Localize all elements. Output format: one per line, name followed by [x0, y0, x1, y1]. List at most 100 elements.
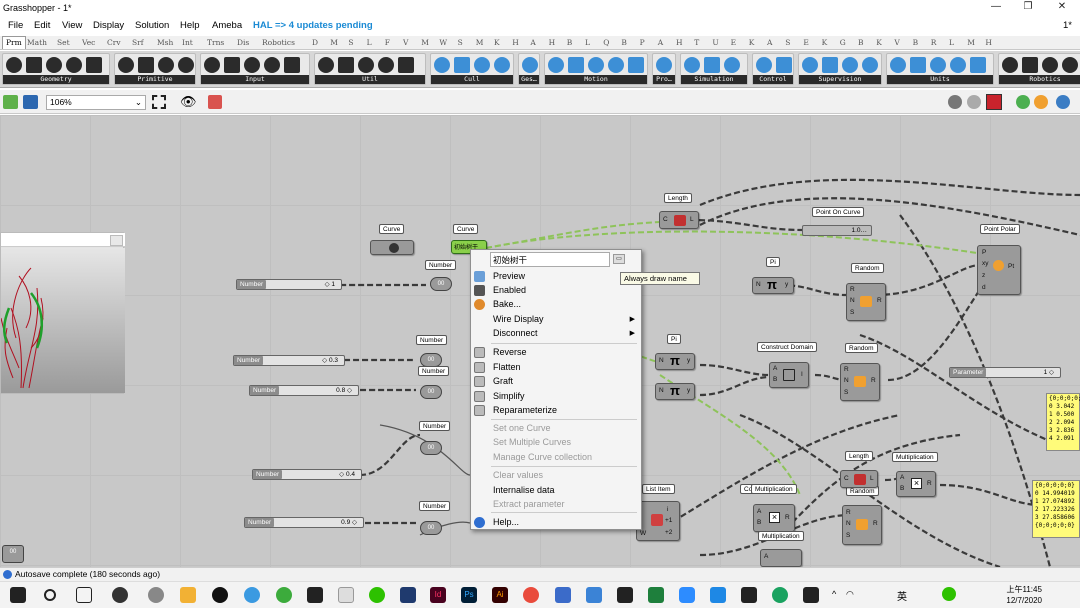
parameter-slider[interactable]: Parameter 1 ◇: [949, 367, 1061, 378]
display-mode-icon[interactable]: [1056, 95, 1070, 109]
close-button[interactable]: ✕: [1052, 1, 1072, 15]
rhino-icon[interactable]: [741, 587, 757, 603]
component-icon[interactable]: [608, 57, 624, 73]
menu-display[interactable]: Display: [93, 20, 124, 31]
menu-item-preview[interactable]: Preview: [493, 269, 525, 283]
number-slider[interactable]: Number ◇ 0.4: [252, 469, 362, 480]
component-icon[interactable]: [338, 57, 354, 73]
component-icon[interactable]: [704, 57, 720, 73]
menu-item-reparameterize[interactable]: Reparameterize: [493, 403, 557, 417]
sketch-icon[interactable]: [208, 95, 222, 109]
task-view-icon[interactable]: [76, 587, 92, 603]
component-icon[interactable]: [454, 57, 470, 73]
component-icon[interactable]: [244, 57, 260, 73]
component-icon[interactable]: [1062, 57, 1078, 73]
number-slider[interactable]: Number ◇ 0.3: [233, 355, 345, 366]
menu-item-graft[interactable]: Graft: [493, 374, 513, 388]
length-component[interactable]: C L: [659, 211, 699, 229]
display-name-toggle-icon[interactable]: ▭: [613, 254, 625, 264]
multiplication-component[interactable]: A B × R: [753, 504, 795, 532]
component-icon[interactable]: [26, 57, 42, 73]
tab-p[interactable]: P: [640, 38, 645, 47]
tab-b[interactable]: B: [858, 38, 864, 47]
pi-component[interactable]: N π y: [655, 353, 695, 370]
tab-s[interactable]: S: [458, 38, 463, 47]
grasshopper-icon[interactable]: [803, 587, 819, 603]
app-icon[interactable]: [338, 587, 354, 603]
number-slider[interactable]: Number 0.9 ◇: [244, 517, 364, 528]
component-icon[interactable]: [568, 57, 584, 73]
menu-ameba[interactable]: Ameba: [212, 20, 242, 31]
rhino-icon[interactable]: [307, 587, 323, 603]
tab-a[interactable]: A: [767, 38, 772, 47]
ime-indicator[interactable]: 英: [897, 588, 907, 603]
tab-b[interactable]: B: [913, 38, 919, 47]
component-icon[interactable]: [178, 57, 194, 73]
tab-b[interactable]: B: [567, 38, 573, 47]
output-panel[interactable]: {0;0;0;0;0} 0 3.042 1 0.500 2 2.094 3 2.…: [1046, 393, 1080, 451]
tab-k[interactable]: K: [494, 38, 500, 47]
tab-l[interactable]: L: [949, 38, 954, 47]
menu-item-enabled[interactable]: Enabled: [493, 283, 526, 297]
component-icon[interactable]: [930, 57, 946, 73]
component-icon[interactable]: [802, 57, 818, 73]
component-icon[interactable]: [264, 57, 280, 73]
construct-domain-component[interactable]: A B I: [769, 362, 809, 388]
menu-item-reverse[interactable]: Reverse: [493, 345, 527, 359]
component-icon[interactable]: [86, 57, 102, 73]
custom-preview-icon[interactable]: [1034, 95, 1048, 109]
indesign-icon[interactable]: Id: [430, 587, 446, 603]
tab-srf[interactable]: Srf: [132, 38, 144, 47]
number-param[interactable]: 00: [420, 353, 442, 367]
component-icon[interactable]: [684, 57, 700, 73]
maximize-button[interactable]: ❐: [1018, 1, 1038, 15]
component-icon[interactable]: [284, 57, 300, 73]
menu-view[interactable]: View: [62, 20, 82, 31]
component-icon[interactable]: [224, 57, 240, 73]
tab-trns[interactable]: Trns: [207, 38, 224, 47]
component-icon[interactable]: [398, 57, 414, 73]
component-icon[interactable]: [842, 57, 858, 73]
component-icon[interactable]: [1002, 57, 1018, 73]
chevron-up-icon[interactable]: ^: [832, 589, 836, 599]
tab-m[interactable]: M: [967, 38, 975, 47]
component-icon[interactable]: [756, 57, 772, 73]
tab-e[interactable]: E: [731, 38, 736, 47]
browser-icon[interactable]: [772, 587, 788, 603]
app-icon[interactable]: [710, 587, 726, 603]
component-icon[interactable]: [158, 57, 174, 73]
menu-item-flatten[interactable]: Flatten: [493, 360, 521, 374]
tab-h[interactable]: H: [512, 38, 519, 47]
zoom-extents-icon[interactable]: [152, 95, 166, 109]
app-icon[interactable]: [555, 587, 571, 603]
menu-help[interactable]: Help: [180, 20, 200, 31]
component-icon[interactable]: [588, 57, 604, 73]
tab-r[interactable]: R: [931, 38, 937, 47]
zoom-select[interactable]: 106% ⌄: [46, 95, 146, 110]
windows-start-icon[interactable]: [10, 587, 26, 603]
tab-u[interactable]: U: [712, 38, 718, 47]
open-file-icon[interactable]: [3, 95, 18, 109]
chrome-icon[interactable]: [523, 587, 539, 603]
tab-vec[interactable]: Vec: [82, 38, 95, 47]
tab-w[interactable]: W: [439, 38, 447, 47]
tab-b[interactable]: B: [621, 38, 627, 47]
curve-component[interactable]: [370, 240, 414, 255]
tab-robotics[interactable]: Robotics: [262, 38, 295, 47]
canvas-corner-widget[interactable]: 00: [2, 545, 24, 563]
preview-wire-icon[interactable]: [948, 95, 962, 109]
tab-prm[interactable]: Prm: [2, 36, 26, 49]
tab-math[interactable]: Math: [27, 38, 47, 47]
tab-f[interactable]: F: [385, 38, 390, 47]
tab-m[interactable]: M: [421, 38, 429, 47]
preview-window-button[interactable]: [110, 235, 123, 246]
tab-v[interactable]: V: [894, 38, 899, 47]
component-icon[interactable]: [66, 57, 82, 73]
component-icon[interactable]: [1022, 57, 1038, 73]
menu-item-disconnect[interactable]: Disconnect: [493, 326, 538, 340]
tab-m[interactable]: M: [476, 38, 484, 47]
multiplication-component[interactable]: A B × R: [896, 471, 936, 497]
component-icon[interactable]: [1042, 57, 1058, 73]
app-icon[interactable]: [586, 587, 602, 603]
tab-h[interactable]: H: [676, 38, 683, 47]
